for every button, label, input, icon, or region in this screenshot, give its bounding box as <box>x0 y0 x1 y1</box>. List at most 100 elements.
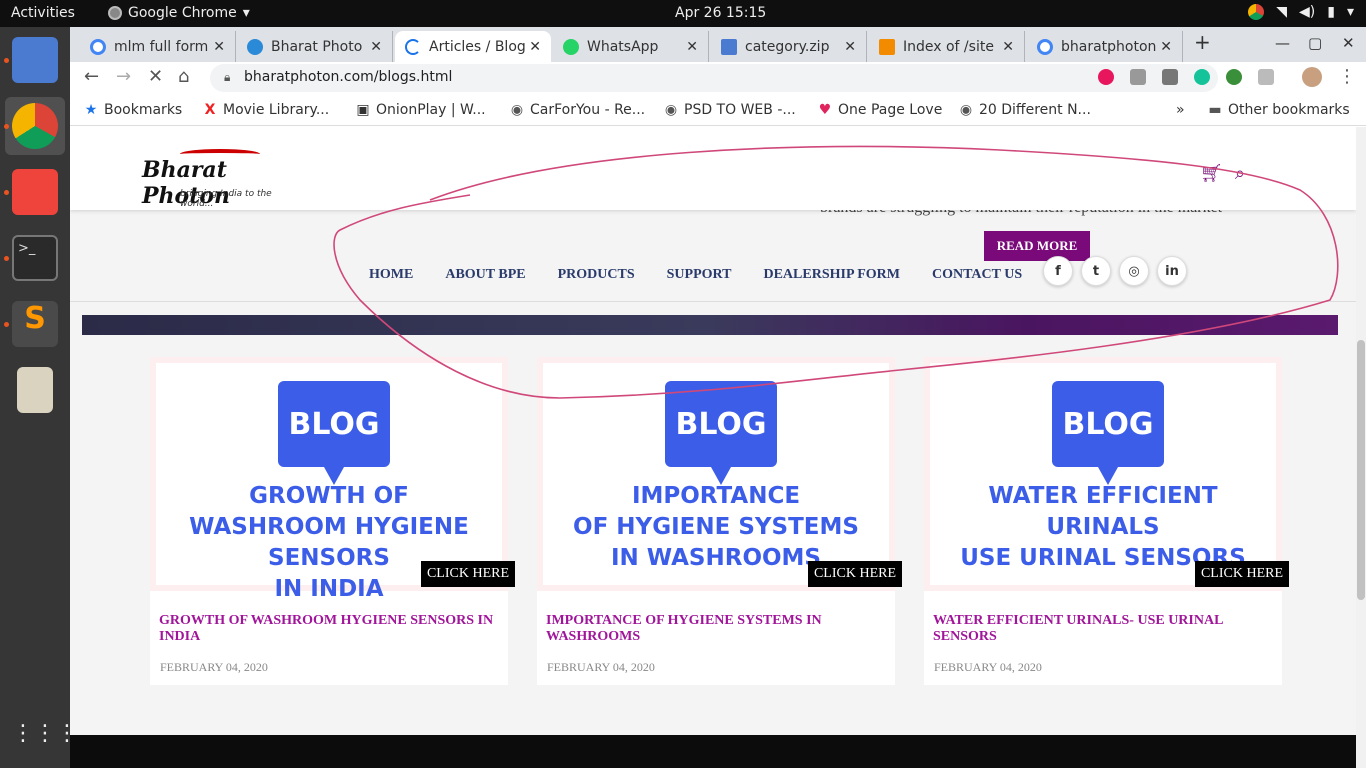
bookmark-item[interactable]: ♥ One Page Love <box>818 102 943 118</box>
instagram-icon[interactable]: ◎ <box>1119 256 1149 286</box>
chrome-icon[interactable] <box>12 103 58 149</box>
other-bookmarks[interactable]: ▬ Other bookmarks <box>1208 102 1349 118</box>
blog-card-image[interactable]: BLOG WATER EFFICIENT URINALS USE URINAL SE… <box>924 357 1282 591</box>
running-indicator <box>4 256 9 261</box>
close-icon[interactable]: ✕ <box>529 39 541 55</box>
forward-arrow-icon[interactable]: → <box>116 66 131 87</box>
blog-card-date: FEBRUARY 04, 2020 <box>160 660 268 674</box>
cart-icon[interactable]: 🛒︎ <box>1200 163 1223 184</box>
camera-extension-icon[interactable] <box>1162 69 1178 85</box>
nav-products[interactable]: PRODUCTS <box>558 267 635 283</box>
dock: >_ S ⋮⋮⋮ <box>0 27 78 768</box>
address-bar[interactable]: 🔒︎ bharatphoton.com/blogs.html ☆ <box>210 64 1218 92</box>
maximize-button[interactable]: ▢ <box>1308 34 1322 52</box>
bookmarks-overflow-chevron-icon[interactable]: » <box>1176 102 1185 118</box>
volume-icon[interactable]: ◀) <box>1299 4 1315 20</box>
loading-spinner-icon <box>405 38 421 55</box>
facebook-icon[interactable]: f <box>1043 256 1073 286</box>
click-here-button[interactable]: CLICK HERE <box>421 561 515 587</box>
blog-card-title[interactable]: GROWTH OF WASHROOM HYGIENE SENSORS IN IN… <box>159 613 501 645</box>
battery-icon[interactable]: ▮ <box>1327 4 1335 20</box>
tab-articles-blog[interactable]: Articles / Blog ✕ <box>395 31 551 62</box>
extension-icon[interactable] <box>1098 69 1114 85</box>
archive-manager-icon[interactable] <box>17 367 53 413</box>
close-icon[interactable]: ✕ <box>686 39 698 55</box>
menu-kebab-icon[interactable]: ⋮ <box>1338 66 1356 87</box>
bookmark-item[interactable]: ▣ OnionPlay | W... <box>356 102 486 118</box>
files-icon[interactable] <box>12 37 58 83</box>
close-icon[interactable]: ✕ <box>1160 39 1172 55</box>
tab-bharatphoton[interactable]: bharatphoton ✕ <box>1027 31 1183 62</box>
site-logo[interactable]: Bharat Photon bringing India to the worl… <box>140 145 285 209</box>
grammarly-icon[interactable] <box>1194 69 1210 85</box>
stop-loading-icon[interactable]: ✕ <box>148 66 163 87</box>
blog-card-title[interactable]: WATER EFFICIENT URINALS- USE URINAL SENS… <box>933 613 1275 645</box>
bookmark-label: OnionPlay | W... <box>376 102 486 118</box>
app-menu[interactable]: Google Chrome ▾ <box>108 5 250 21</box>
close-icon[interactable]: ✕ <box>213 39 225 55</box>
blog-card-image[interactable]: BLOG GROWTH OF WASHROOM HYGIENE SENSORS IN… <box>150 357 508 602</box>
tab-category-zip[interactable]: category.zip ✕ <box>711 31 867 62</box>
close-icon[interactable]: ✕ <box>1002 39 1014 55</box>
scrollbar-thumb[interactable] <box>1357 340 1365 600</box>
activities-button[interactable]: Activities <box>11 5 75 21</box>
tab-bharat-photon[interactable]: Bharat Photo ✕ <box>237 31 393 62</box>
linkedin-icon[interactable]: in <box>1157 256 1187 286</box>
tab-index-of-site[interactable]: Index of /site ✕ <box>869 31 1025 62</box>
bookmark-item[interactable]: ★ Bookmarks <box>84 102 183 118</box>
bookmark-item[interactable]: ◉ PSD TO WEB -... <box>664 102 796 118</box>
search-icon[interactable]: ⌕ <box>1235 163 1245 184</box>
web-page: Bharat Photon bringing India to the worl… <box>70 127 1356 768</box>
page-scrollbar[interactable] <box>1356 127 1366 768</box>
nav-about[interactable]: ABOUT BPE <box>445 267 525 283</box>
anydesk-icon[interactable] <box>12 169 58 215</box>
x-icon: X <box>204 102 216 118</box>
back-arrow-icon[interactable]: ← <box>84 66 99 87</box>
profile-avatar[interactable] <box>1302 67 1322 87</box>
tab-whatsapp[interactable]: WhatsApp ✕ <box>553 31 709 62</box>
nav-contact[interactable]: CONTACT US <box>932 267 1022 283</box>
nav-dealership-form[interactable]: DEALERSHIP FORM <box>763 267 900 283</box>
blog-card-title[interactable]: IMPORTANCE OF HYGIENE SYSTEMS IN WASHROO… <box>546 613 888 645</box>
wifi-icon[interactable]: ◥ <box>1276 4 1287 20</box>
blog-badge: BLOG <box>665 381 777 485</box>
minimize-button[interactable]: — <box>1275 34 1290 52</box>
tab-label: WhatsApp <box>587 38 659 55</box>
tab-label: Articles / Blog <box>429 38 526 55</box>
power-menu-icon[interactable]: ▾ <box>1347 4 1354 20</box>
blog-card: BLOG WATER EFFICIENT URINALS USE URINAL SE… <box>924 357 1289 685</box>
nav-home[interactable]: HOME <box>369 267 413 283</box>
twitter-icon[interactable]: t <box>1081 256 1111 286</box>
bookmark-item[interactable]: X Movie Library... <box>203 102 330 118</box>
bookmark-item[interactable]: ◉ CarForYou - Re... <box>510 102 645 118</box>
globe-icon: ◉ <box>510 102 524 118</box>
header-icons: 🛒︎ ⌕ <box>1200 163 1245 184</box>
sublime-text-icon[interactable]: S <box>12 301 58 347</box>
clock[interactable]: Apr 26 15:15 <box>675 5 766 21</box>
home-icon[interactable]: ⌂ <box>178 66 189 87</box>
bookmark-label: 20 Different N... <box>979 102 1091 118</box>
close-icon[interactable]: ✕ <box>844 39 856 55</box>
chrome-small-icon <box>108 6 122 20</box>
system-tray[interactable]: ◥ ◀) ▮ ▾ <box>1248 4 1354 20</box>
tab-mlm-full-form[interactable]: mlm full form ✕ <box>80 31 236 62</box>
extension-icon[interactable] <box>1130 69 1146 85</box>
terminal-icon[interactable]: >_ <box>12 235 58 281</box>
bookmark-label: Bookmarks <box>104 102 183 118</box>
close-icon[interactable]: ✕ <box>370 39 382 55</box>
nav-divider <box>70 301 1356 302</box>
show-applications-icon[interactable]: ⋮⋮⋮ <box>12 713 78 759</box>
click-here-button[interactable]: CLICK HERE <box>1195 561 1289 587</box>
extension-icon[interactable] <box>1226 69 1242 85</box>
site-favicon-icon <box>247 38 263 55</box>
chrome-tray-icon[interactable] <box>1248 4 1265 20</box>
bookmark-item[interactable]: ◉ 20 Different N... <box>959 102 1091 118</box>
close-window-button[interactable]: ✕ <box>1342 34 1355 52</box>
blog-card-image[interactable]: BLOG IMPORTANCE OF HYGIENE SYSTEMS IN WASH… <box>537 357 895 591</box>
new-tab-button[interactable]: + <box>1194 30 1211 54</box>
click-here-button[interactable]: CLICK HERE <box>808 561 902 587</box>
globe-icon: ◉ <box>959 102 973 118</box>
nav-support[interactable]: SUPPORT <box>667 267 732 283</box>
site-header: Bharat Photon bringing India to the worl… <box>70 127 1356 210</box>
extension-icon[interactable] <box>1258 69 1274 85</box>
